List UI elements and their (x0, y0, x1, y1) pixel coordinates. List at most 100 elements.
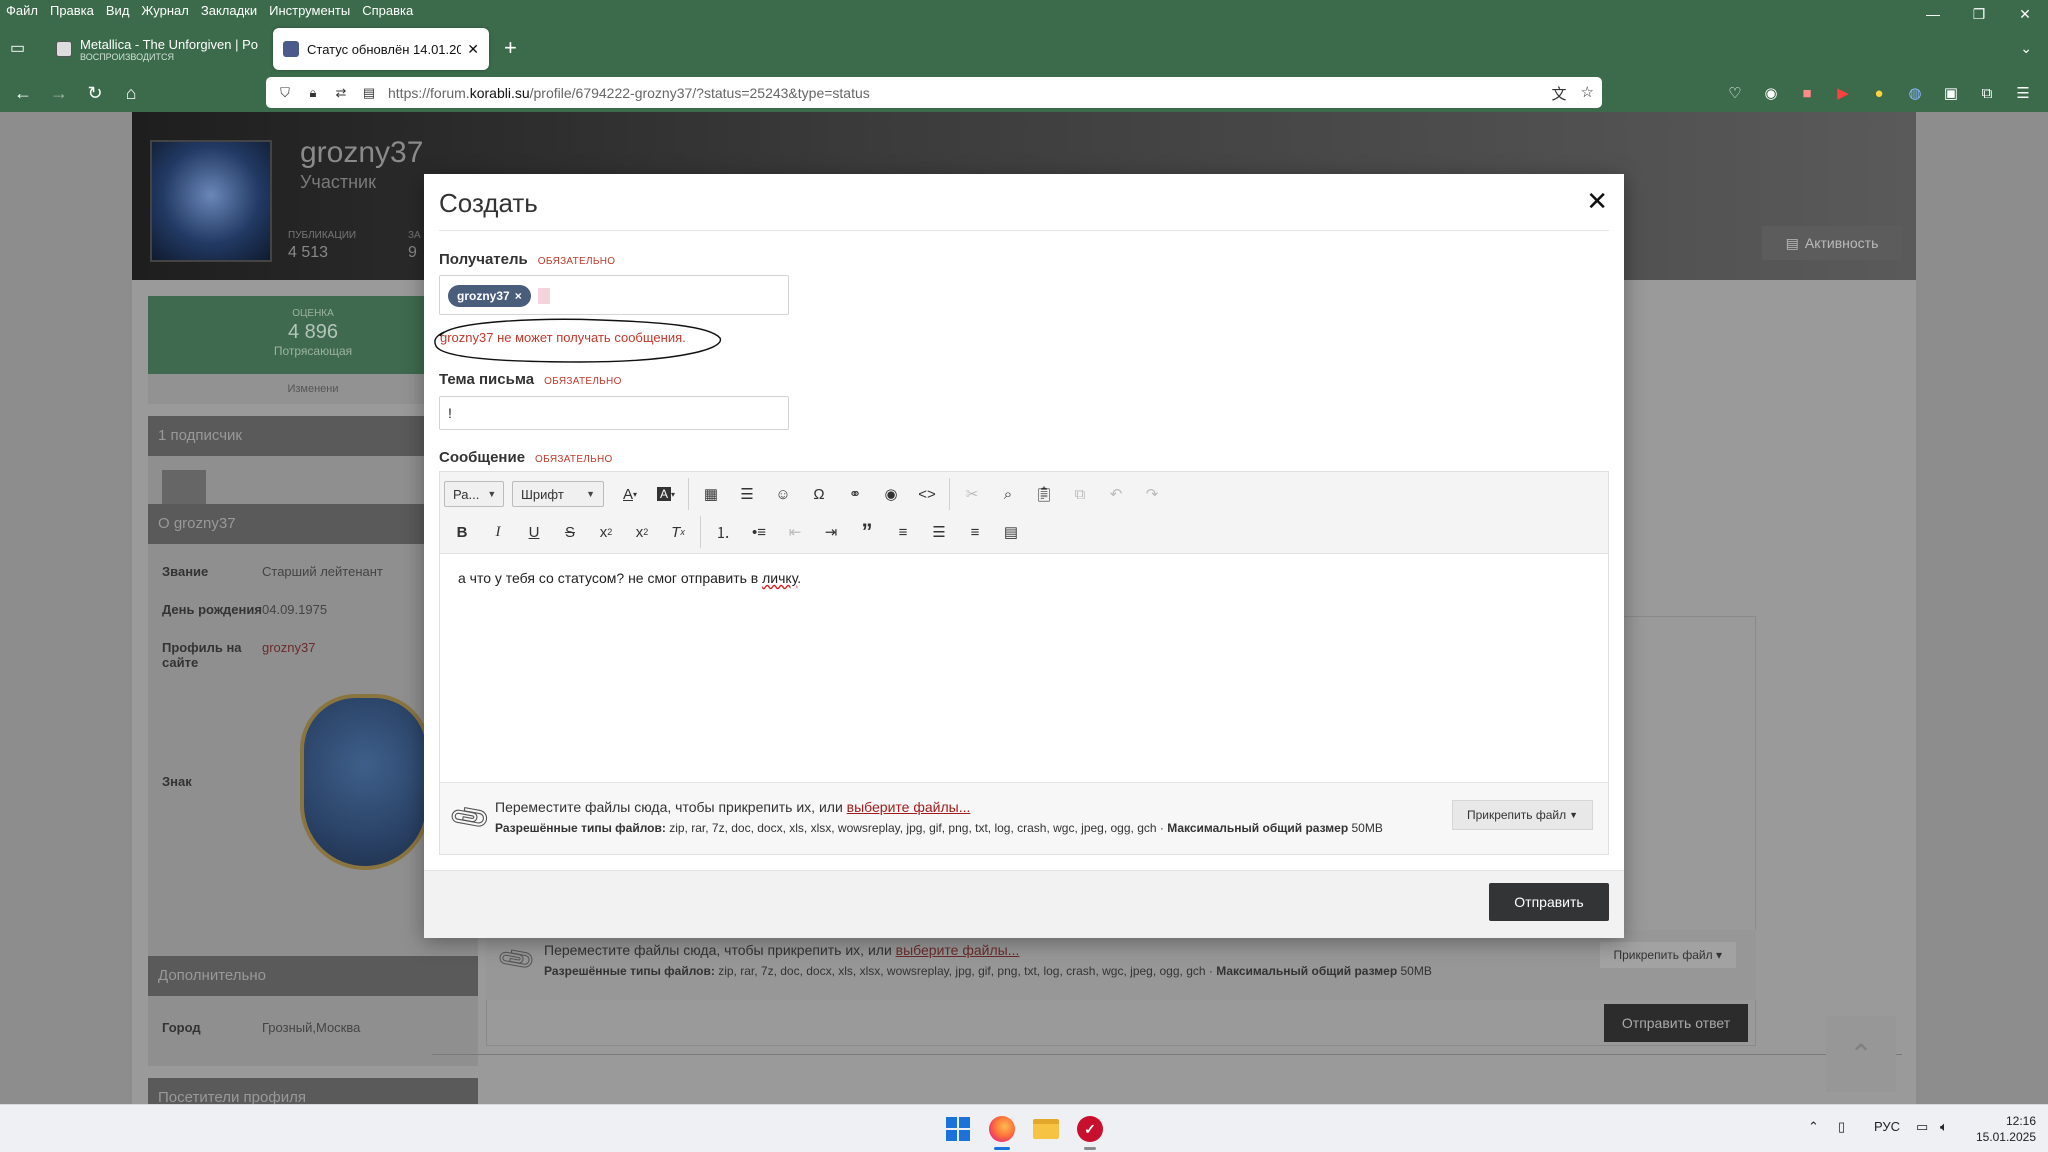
subject-input[interactable] (439, 396, 789, 430)
new-tab-button[interactable]: + (504, 37, 517, 59)
choose-files-link[interactable]: выберите файлы... (847, 799, 971, 815)
align-left-icon[interactable]: ≡ (889, 518, 917, 546)
explorer-taskbar-button[interactable] (1030, 1113, 1062, 1145)
attach-file-button[interactable]: Прикрепить файл ▾ (1599, 942, 1736, 968)
permissions-icon[interactable]: ⇄ (332, 84, 350, 102)
italic-icon[interactable]: I (484, 518, 512, 546)
network-icon[interactable]: ▭ (1916, 1119, 1928, 1135)
toolbar-separator (688, 478, 689, 510)
max-size-label: Максимальный общий размер (1167, 821, 1349, 835)
preview-icon[interactable]: ⌕ (994, 480, 1022, 508)
menu-history[interactable]: Журнал (141, 3, 188, 18)
numbered-list-icon[interactable]: ⒈ (709, 518, 737, 546)
recipient-input[interactable] (538, 288, 550, 304)
quote-icon[interactable]: ” (853, 518, 881, 546)
text-color-icon[interactable]: A ▾ (616, 480, 644, 508)
horizontal-rule-icon[interactable]: ☰ (733, 480, 761, 508)
justify-icon[interactable]: ▤ (997, 518, 1025, 546)
account-icon[interactable]: ◉ (1760, 82, 1782, 104)
allowed-types: zip, rar, 7z, doc, docx, xls, xlsx, wows… (665, 821, 1168, 835)
bold-icon[interactable]: B (448, 518, 476, 546)
home-icon[interactable]: ⌂ (120, 82, 142, 104)
bulleted-list-icon[interactable]: •≡ (745, 518, 773, 546)
activity-button[interactable]: ▤ Активность (1762, 226, 1902, 260)
tab-metallica[interactable]: Metallica - The Unforgiven | Po ВОСПРОИЗ… (46, 28, 268, 70)
cut-icon[interactable]: ✂ (958, 480, 986, 508)
message-body[interactable]: а что у тебя со статусом? не смог отправ… (440, 554, 1608, 782)
volume-icon[interactable]: 🔈︎ (1940, 1119, 1948, 1135)
forward-arrow-icon[interactable]: → (48, 82, 70, 104)
undo-icon[interactable]: ↶ (1102, 480, 1130, 508)
font-dropdown[interactable]: Шрифт ▼ (512, 481, 604, 507)
attachment-area[interactable]: 📎︎ Переместите файлы сюда, чтобы прикреп… (440, 782, 1608, 854)
copy-icon[interactable]: ⧉ (1066, 480, 1094, 508)
recipient-token[interactable]: grozny37 × (448, 285, 531, 307)
extensions-puzzle-icon[interactable]: ⧉ (1976, 82, 1998, 104)
outdent-icon[interactable]: ⇤ (781, 518, 809, 546)
attach-file-button[interactable]: Прикрепить файл ▼ (1451, 800, 1593, 830)
remove-recipient-icon[interactable]: × (515, 289, 522, 303)
underline-icon[interactable]: U (520, 518, 548, 546)
vpn-extension-icon[interactable]: ◍ (1904, 82, 1926, 104)
pocket-icon[interactable]: ♡ (1724, 82, 1746, 104)
align-right-icon[interactable]: ≡ (961, 518, 989, 546)
reload-icon[interactable]: ↻ (84, 82, 106, 104)
tab-status[interactable]: Статус обновлён 14.01.2025 пс ✕ (273, 28, 489, 70)
lock-icon[interactable]: 🔒︎ (304, 84, 322, 102)
code-icon[interactable]: <> (913, 480, 941, 508)
clock[interactable]: 12:16 15.01.2025 (1976, 1113, 2036, 1145)
background-color-icon[interactable]: A ▾ (652, 480, 680, 508)
scroll-to-top-icon[interactable]: ⌃ (1826, 1016, 1896, 1092)
required-tag: обязательно (544, 376, 622, 387)
translate-icon[interactable]: 文 (1552, 83, 1567, 104)
emoji-icon[interactable]: ☺ (769, 480, 797, 508)
start-button[interactable] (942, 1113, 974, 1145)
address-bar[interactable]: ⛉ 🔒︎ ⇄ ▤ https://forum. korabli.su/profil… (266, 77, 1602, 108)
format-dropdown[interactable]: Ра... ▼ (444, 481, 504, 507)
menu-file[interactable]: Файл (6, 3, 38, 18)
tablet-icon[interactable]: ▯ (1838, 1119, 1845, 1135)
link-icon[interactable]: ⚭ (841, 480, 869, 508)
reader-icon[interactable]: ▤ (360, 84, 378, 102)
table-icon[interactable]: ▦ (697, 480, 725, 508)
subscript-icon[interactable]: x2 (592, 518, 620, 546)
bookmark-star-icon[interactable]: ☆ (1581, 83, 1594, 104)
menu-bookmarks[interactable]: Закладки (201, 3, 257, 18)
special-char-icon[interactable]: Ω (805, 480, 833, 508)
spoiler-eye-icon[interactable]: ◉ (877, 480, 905, 508)
menu-edit[interactable]: Правка (50, 3, 94, 18)
youtube-extension-icon[interactable]: ▶ (1832, 82, 1854, 104)
tab-close-icon[interactable]: ✕ (467, 41, 479, 58)
tab-list-icon[interactable]: ▭ (10, 38, 30, 58)
tab-favicon (56, 41, 72, 57)
chevron-down-icon[interactable]: ⌄ (2020, 40, 2032, 57)
redo-icon[interactable]: ↷ (1138, 480, 1166, 508)
about-profile-link[interactable]: grozny37 (262, 640, 315, 655)
profile-role: Участник (300, 172, 376, 192)
align-center-icon[interactable]: ☰ (925, 518, 953, 546)
choose-files-link[interactable]: выберите файлы... (896, 942, 1020, 958)
extension-icon[interactable]: ▣ (1940, 82, 1962, 104)
tray-chevron-icon[interactable]: ⌃ (1808, 1119, 1819, 1135)
extension-icon[interactable]: ● (1868, 82, 1890, 104)
recipient-field[interactable]: grozny37 × (439, 275, 789, 315)
send-button[interactable]: Отправить (1489, 883, 1609, 921)
shield-icon[interactable]: ⛉ (276, 84, 294, 102)
close-icon[interactable]: ✕ (1586, 188, 1608, 214)
language-indicator[interactable]: РУС (1874, 1119, 1900, 1134)
indent-icon[interactable]: ⇥ (817, 518, 845, 546)
error-text: grozny37 не может получать сообщения. (440, 330, 686, 345)
menu-help[interactable]: Справка (362, 3, 413, 18)
game-center-taskbar-button[interactable]: ✓ (1074, 1113, 1106, 1150)
superscript-icon[interactable]: x2 (628, 518, 656, 546)
hamburger-menu-icon[interactable]: ☰ (2012, 82, 2034, 104)
strikethrough-icon[interactable]: S (556, 518, 584, 546)
remove-format-icon[interactable]: Tx (664, 518, 692, 546)
paste-icon[interactable]: 📋︎ (1030, 480, 1058, 508)
menu-tools[interactable]: Инструменты (269, 3, 350, 18)
adblock-icon[interactable]: ■ (1796, 82, 1818, 104)
back-arrow-icon[interactable]: ← (12, 82, 34, 104)
menu-view[interactable]: Вид (106, 3, 130, 18)
send-reply-button[interactable]: Отправить ответ (1604, 1004, 1748, 1042)
firefox-taskbar-button[interactable] (986, 1113, 1018, 1150)
